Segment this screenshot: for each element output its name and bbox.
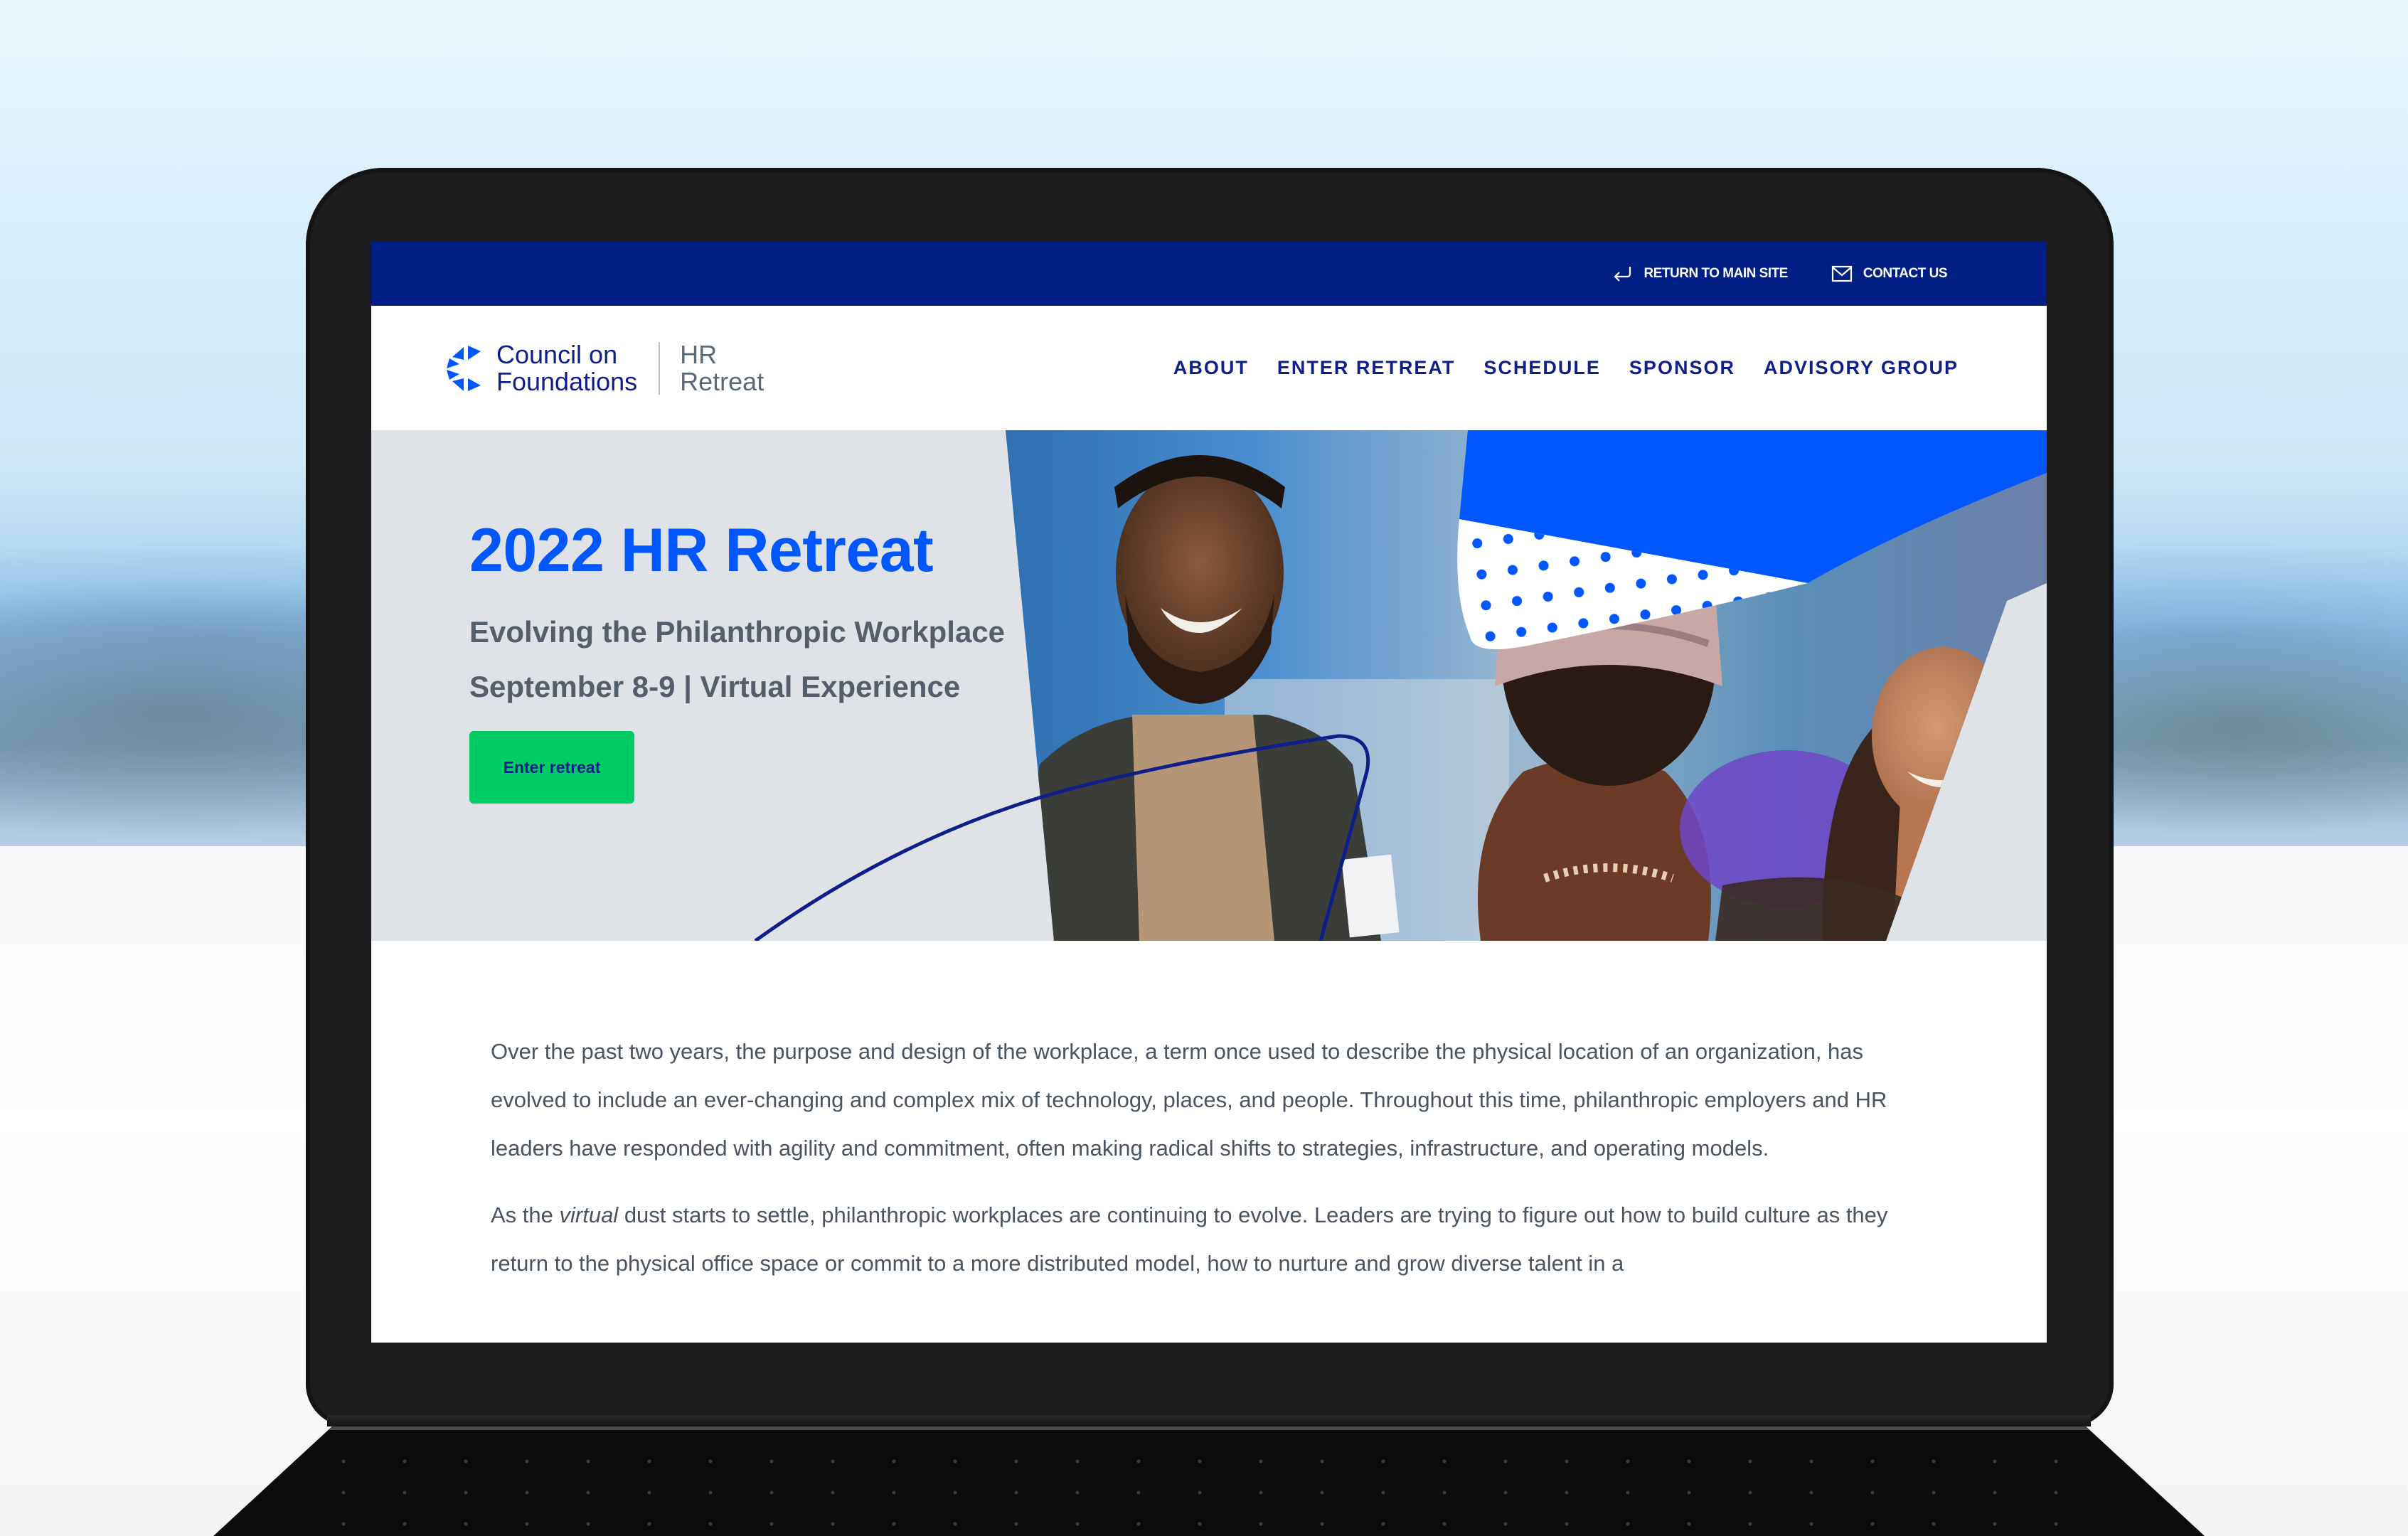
logo-org-name: Council on Foundations bbox=[496, 341, 637, 395]
hero-text: 2022 HR Retreat Evolving the Philanthrop… bbox=[469, 516, 1010, 804]
logo-event-line1: HR bbox=[680, 339, 718, 369]
contact-us-label: CONTACT US bbox=[1863, 266, 1948, 281]
paragraph-2-prefix: As the bbox=[491, 1202, 560, 1227]
return-to-main-site-label: RETURN TO MAIN SITE bbox=[1643, 266, 1789, 281]
nav-about[interactable]: ABOUT bbox=[1173, 357, 1249, 379]
intro-paragraph-2: As the virtual dust starts to settle, ph… bbox=[491, 1191, 1934, 1288]
keyboard-keys bbox=[313, 1446, 2105, 1531]
laptop-screen: RETURN TO MAIN SITE CONTACT US Council o… bbox=[371, 242, 2047, 1343]
hero-subtitle: Evolving the Philanthropic Workplace bbox=[469, 615, 1006, 649]
intro-content: Over the past two years, the purpose and… bbox=[371, 941, 2047, 1288]
utility-bar: RETURN TO MAIN SITE CONTACT US bbox=[371, 242, 2047, 306]
main-nav: ABOUT ENTER RETREAT SCHEDULE SPONSOR ADV… bbox=[1173, 357, 1959, 379]
nav-enter-retreat[interactable]: ENTER RETREAT bbox=[1277, 357, 1456, 379]
return-arrow-icon bbox=[1613, 267, 1631, 282]
hero-title: 2022 HR Retreat bbox=[469, 516, 934, 585]
council-on-foundations-logo-icon bbox=[447, 345, 481, 391]
site-logo[interactable]: Council on Foundations HR Retreat bbox=[442, 341, 764, 395]
laptop-keyboard bbox=[213, 1426, 2205, 1536]
nav-sponsor[interactable]: SPONSOR bbox=[1629, 357, 1735, 379]
paragraph-2-emphasis: virtual bbox=[559, 1202, 619, 1227]
nav-schedule[interactable]: SCHEDULE bbox=[1483, 357, 1601, 379]
hero-date: September 8-9 | Virtual Experience bbox=[469, 670, 961, 703]
logo-event-line2: Retreat bbox=[680, 366, 765, 396]
logo-event-name: HR Retreat bbox=[680, 341, 764, 395]
logo-divider bbox=[659, 341, 661, 395]
site-header: Council on Foundations HR Retreat ABOUT … bbox=[371, 306, 2047, 430]
paragraph-2-rest: dust starts to settle, philanthropic wor… bbox=[491, 1202, 1888, 1276]
intro-paragraph-1: Over the past two years, the purpose and… bbox=[491, 1039, 1887, 1161]
logo-org-line1: Council on bbox=[496, 339, 618, 369]
nav-advisory-group[interactable]: ADVISORY GROUP bbox=[1764, 357, 1959, 379]
laptop-hinge bbox=[327, 1415, 2091, 1426]
logo-org-line2: Foundations bbox=[496, 366, 638, 396]
contact-us-link[interactable]: CONTACT US bbox=[1831, 264, 1948, 284]
return-to-main-site-link[interactable]: RETURN TO MAIN SITE bbox=[1611, 264, 1788, 284]
envelope-icon bbox=[1831, 265, 1852, 282]
enter-retreat-button[interactable]: Enter retreat bbox=[469, 731, 634, 804]
hero-section: 2022 HR Retreat Evolving the Philanthrop… bbox=[371, 430, 2047, 941]
